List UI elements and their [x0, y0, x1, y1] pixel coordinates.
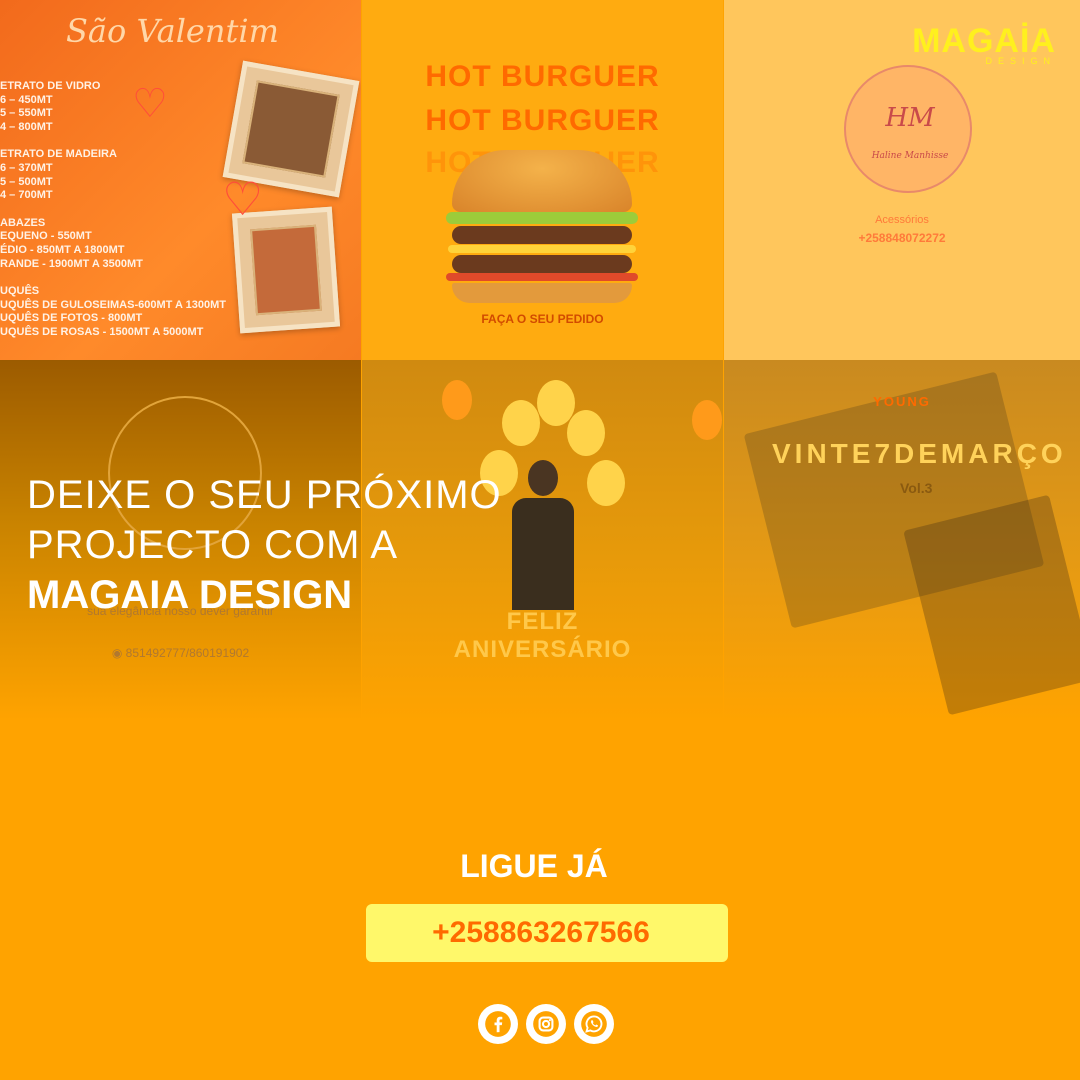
- price-line: ÉDIO - 850MT A 1800MT: [0, 243, 125, 256]
- album-photo: [903, 494, 1080, 716]
- price-line: RANDE - 1900MT A 3500MT: [0, 257, 143, 270]
- burger-cta: FAÇA O SEU PEDIDO: [481, 312, 604, 326]
- balloon-icon: [692, 400, 722, 440]
- price-line: UQUÊS DE ROSAS - 1500MT A 5000MT: [0, 325, 204, 338]
- album-volume: Vol.3: [900, 480, 933, 496]
- price-line: 4 – 700MT: [0, 189, 53, 202]
- elegance-phone: ◉ 851492777/860191902: [111, 646, 250, 660]
- headline-line-2: PROJECTO COM A: [27, 523, 399, 567]
- headline-brand: MAGAIA DESIGN: [27, 573, 353, 617]
- price-line: UQUÊS DE GULOSEIMAS-600MT A 1300MT: [0, 298, 226, 311]
- price-line: 4 – 800MT: [0, 120, 53, 133]
- price-line: 6 – 370MT: [0, 161, 53, 174]
- social-links: [478, 1004, 614, 1044]
- price-line: 5 – 500MT: [0, 175, 53, 188]
- instagram-icon[interactable]: [526, 1004, 566, 1044]
- hm-logo: HM Haline Manhisse: [844, 65, 972, 193]
- album-artist: YOUNG: [873, 394, 931, 409]
- album-title: VINTE7DEMARÇO: [772, 438, 1067, 469]
- price-line: ETRATO DE VIDRO: [0, 80, 101, 92]
- tile-album: YOUNG VINTE7DEMARÇO Vol.3: [724, 360, 1080, 720]
- price-line: UQUÊS: [0, 285, 40, 298]
- whatsapp-icon[interactable]: [574, 1004, 614, 1044]
- price-line: ABAZES: [0, 216, 46, 229]
- birthday-person: [508, 460, 578, 610]
- tile-valentine: São Valentim ETRATO DE VIDRO 6 – 450MT 5 –…: [0, 0, 361, 360]
- call-to-action: LIGUE JÁ: [460, 848, 608, 884]
- tile-burger: HOT BURGUER HOT BURGUER HOT BURGUER FAÇA…: [362, 0, 723, 360]
- gift-basket-photo: [231, 206, 341, 334]
- headline-line-1: DEIXE O SEU PRÓXIMO: [27, 473, 502, 517]
- price-line: ETRATO DE MADEIRA: [0, 148, 117, 161]
- burger-title-2: HOT BURGUER: [425, 104, 660, 137]
- balloon-icon: [567, 410, 605, 456]
- heart-icon: ♡: [222, 173, 264, 225]
- burger-illustration: [446, 150, 638, 303]
- price-line: EQUENO - 550MT: [0, 230, 92, 243]
- balloon-icon: [442, 380, 472, 420]
- tile-accessories: MAGAİA DESIGN HM Haline Manhisse Acessór…: [724, 0, 1080, 360]
- price-line: 6 – 450MT: [0, 93, 53, 106]
- burger-title-1: HOT BURGUER: [425, 60, 660, 93]
- accessories-phone: +258848072272: [858, 231, 946, 245]
- balloon-icon: [502, 400, 540, 446]
- valentine-price-list: ETRATO DE VIDRO 6 – 450MT 5 – 550MT 4 – 800…: [0, 80, 226, 340]
- phone-number: +258863267566: [432, 916, 650, 949]
- facebook-icon[interactable]: [478, 1004, 518, 1044]
- headline: DEIXE O SEU PRÓXIMO PROJECTO COM A MAGAI…: [27, 470, 502, 620]
- valentine-title: São Valentim: [66, 12, 279, 50]
- phone-number-button[interactable]: +258863267566: [366, 904, 728, 962]
- price-line: UQUÊS DE FOTOS - 800MT: [0, 312, 143, 325]
- brand-logo: MAGAİA DESIGN: [912, 22, 1056, 66]
- heart-icon: ♡: [132, 82, 168, 126]
- accessories-label: Acessórios: [875, 214, 929, 226]
- balloon-icon: [587, 460, 625, 506]
- price-line: 5 – 550MT: [0, 107, 53, 120]
